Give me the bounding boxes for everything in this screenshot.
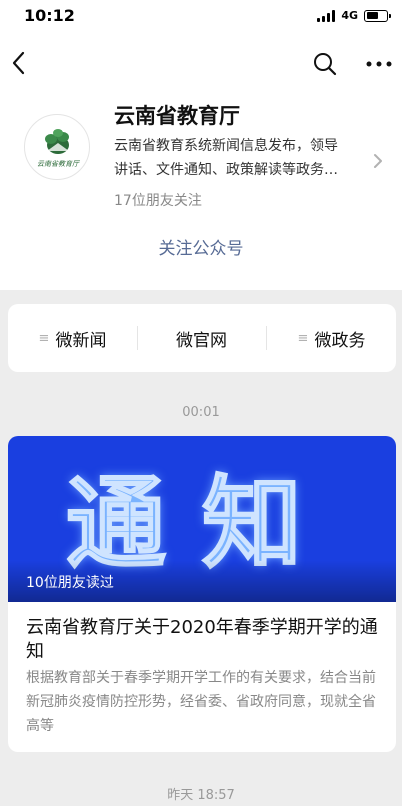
- battery-icon: [364, 9, 391, 22]
- account-logo[interactable]: 云南省教育厅: [24, 114, 90, 180]
- logo-caption: 云南省教育厅: [37, 160, 79, 168]
- signal-icon: [317, 9, 336, 22]
- description-line: 云南省教育系统新闻信息发布，领导: [114, 138, 338, 154]
- menu-item-website[interactable]: 微官网: [137, 304, 266, 372]
- account-profile: 云南省教育厅 云南省教育厅 云南省教育系统新闻信息发布，领导 讲话、文件通知、政…: [0, 94, 402, 290]
- menu-item-label: 微政务: [314, 330, 366, 351]
- friends-following-count: 17位朋友关注: [114, 193, 202, 209]
- network-type: 4G: [341, 9, 358, 22]
- account-description[interactable]: 云南省教育系统新闻信息发布，领导 讲话、文件通知、政策解读等政务…: [114, 134, 370, 182]
- back-chevron-icon[interactable]: [8, 48, 32, 78]
- article-card[interactable]: 通知 10位朋友读过 云南省教育厅关于2020年春季学期开学的通知 根据教育部关…: [8, 436, 396, 752]
- menu-item-label: 微官网: [176, 330, 227, 351]
- search-icon[interactable]: [312, 51, 338, 77]
- follow-button[interactable]: 关注公众号: [0, 234, 402, 259]
- menu-item-government[interactable]: ≡ 微政务: [267, 304, 396, 372]
- chevron-right-icon[interactable]: [372, 152, 384, 170]
- menu-lines-icon: ≡: [297, 330, 309, 346]
- account-name: 云南省教育厅: [114, 104, 240, 128]
- article-summary: 根据教育部关于春季学期开学工作的有关要求，结合当前新冠肺炎疫情防控形势，经省委、…: [26, 670, 376, 734]
- description-line: 讲话、文件通知、政策解读等政务…: [114, 162, 338, 178]
- message-timestamp: 00:01: [182, 405, 220, 420]
- message-timestamp: 昨天 18:57: [167, 788, 235, 803]
- status-indicators: 4G: [317, 9, 391, 22]
- article-title: 云南省教育厅关于2020年春季学期开学的通知: [26, 617, 378, 662]
- menu-lines-icon: ≡: [38, 330, 50, 346]
- menu-item-news[interactable]: ≡ 微新闻: [8, 304, 137, 372]
- friends-read-count: 10位朋友读过: [26, 575, 114, 591]
- article-cover-image: 通知 10位朋友读过: [8, 436, 396, 602]
- status-time: 10:12: [24, 6, 75, 25]
- menu-item-label: 微新闻: [55, 330, 107, 351]
- account-menu: ≡ 微新闻 微官网 ≡ 微政务: [8, 304, 396, 372]
- nav-bar: [0, 32, 402, 94]
- status-bar: 10:12 4G: [0, 0, 402, 32]
- logo-emblem-icon: [45, 129, 69, 154]
- more-icon[interactable]: [364, 52, 394, 76]
